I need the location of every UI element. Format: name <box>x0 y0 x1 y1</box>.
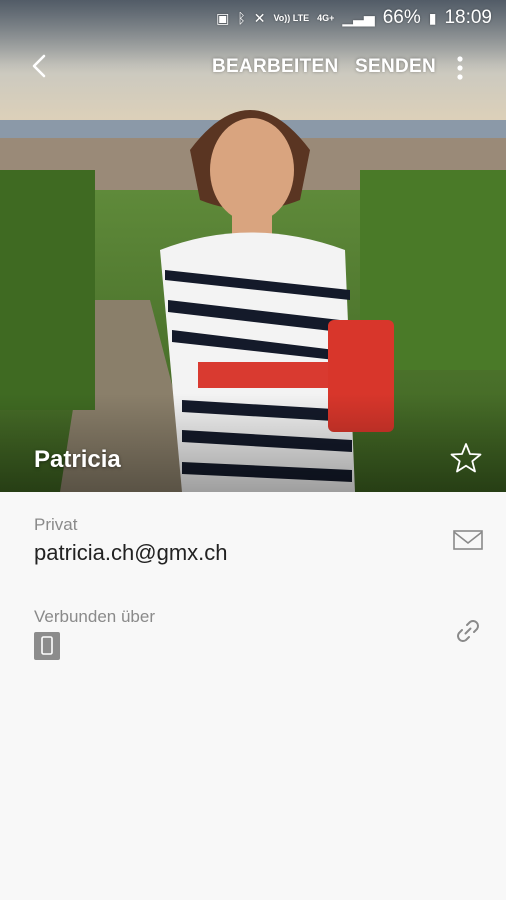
battery-percent: 66% <box>382 7 421 28</box>
back-arrow-icon[interactable] <box>28 52 52 80</box>
mute-icon: ✕ <box>253 9 266 26</box>
edit-button[interactable]: BEARBEITEN <box>212 56 339 78</box>
linked-via-label: Verbunden über <box>34 607 155 626</box>
more-options-icon[interactable] <box>450 54 470 82</box>
clock: 18:09 <box>444 7 492 28</box>
signal-icon: ▁▃▅ <box>342 9 375 26</box>
battery-saver-icon: ▣ <box>216 9 230 26</box>
status-bar: ▣ ᛒ ✕ Vo)) LTE 4G+ ▁▃▅ 66% ▮ 18:09 <box>0 0 506 36</box>
email-address[interactable]: patricia.ch@gmx.ch <box>34 540 228 566</box>
volte-indicator: Vo)) LTE <box>273 12 310 23</box>
battery-icon: ▮ <box>428 9 437 26</box>
contact-details: Privat patricia.ch@gmx.ch Verbunden über <box>0 492 506 900</box>
contact-photo-header: ▣ ᛒ ✕ Vo)) LTE 4G+ ▁▃▅ 66% ▮ 18:09 BEARB… <box>0 0 506 492</box>
phone-device-icon <box>34 632 60 660</box>
favorite-star-icon[interactable] <box>449 441 483 475</box>
contact-name: Patricia <box>34 446 121 473</box>
email-type-label: Privat <box>34 515 78 534</box>
link-icon[interactable] <box>453 616 483 646</box>
network-type-indicator: 4G+ <box>317 12 335 23</box>
action-bar: BEARBEITEN SENDEN <box>0 44 506 90</box>
bluetooth-icon: ᛒ <box>237 10 246 26</box>
send-button[interactable]: SENDEN <box>355 56 436 78</box>
mail-icon[interactable] <box>452 528 484 552</box>
